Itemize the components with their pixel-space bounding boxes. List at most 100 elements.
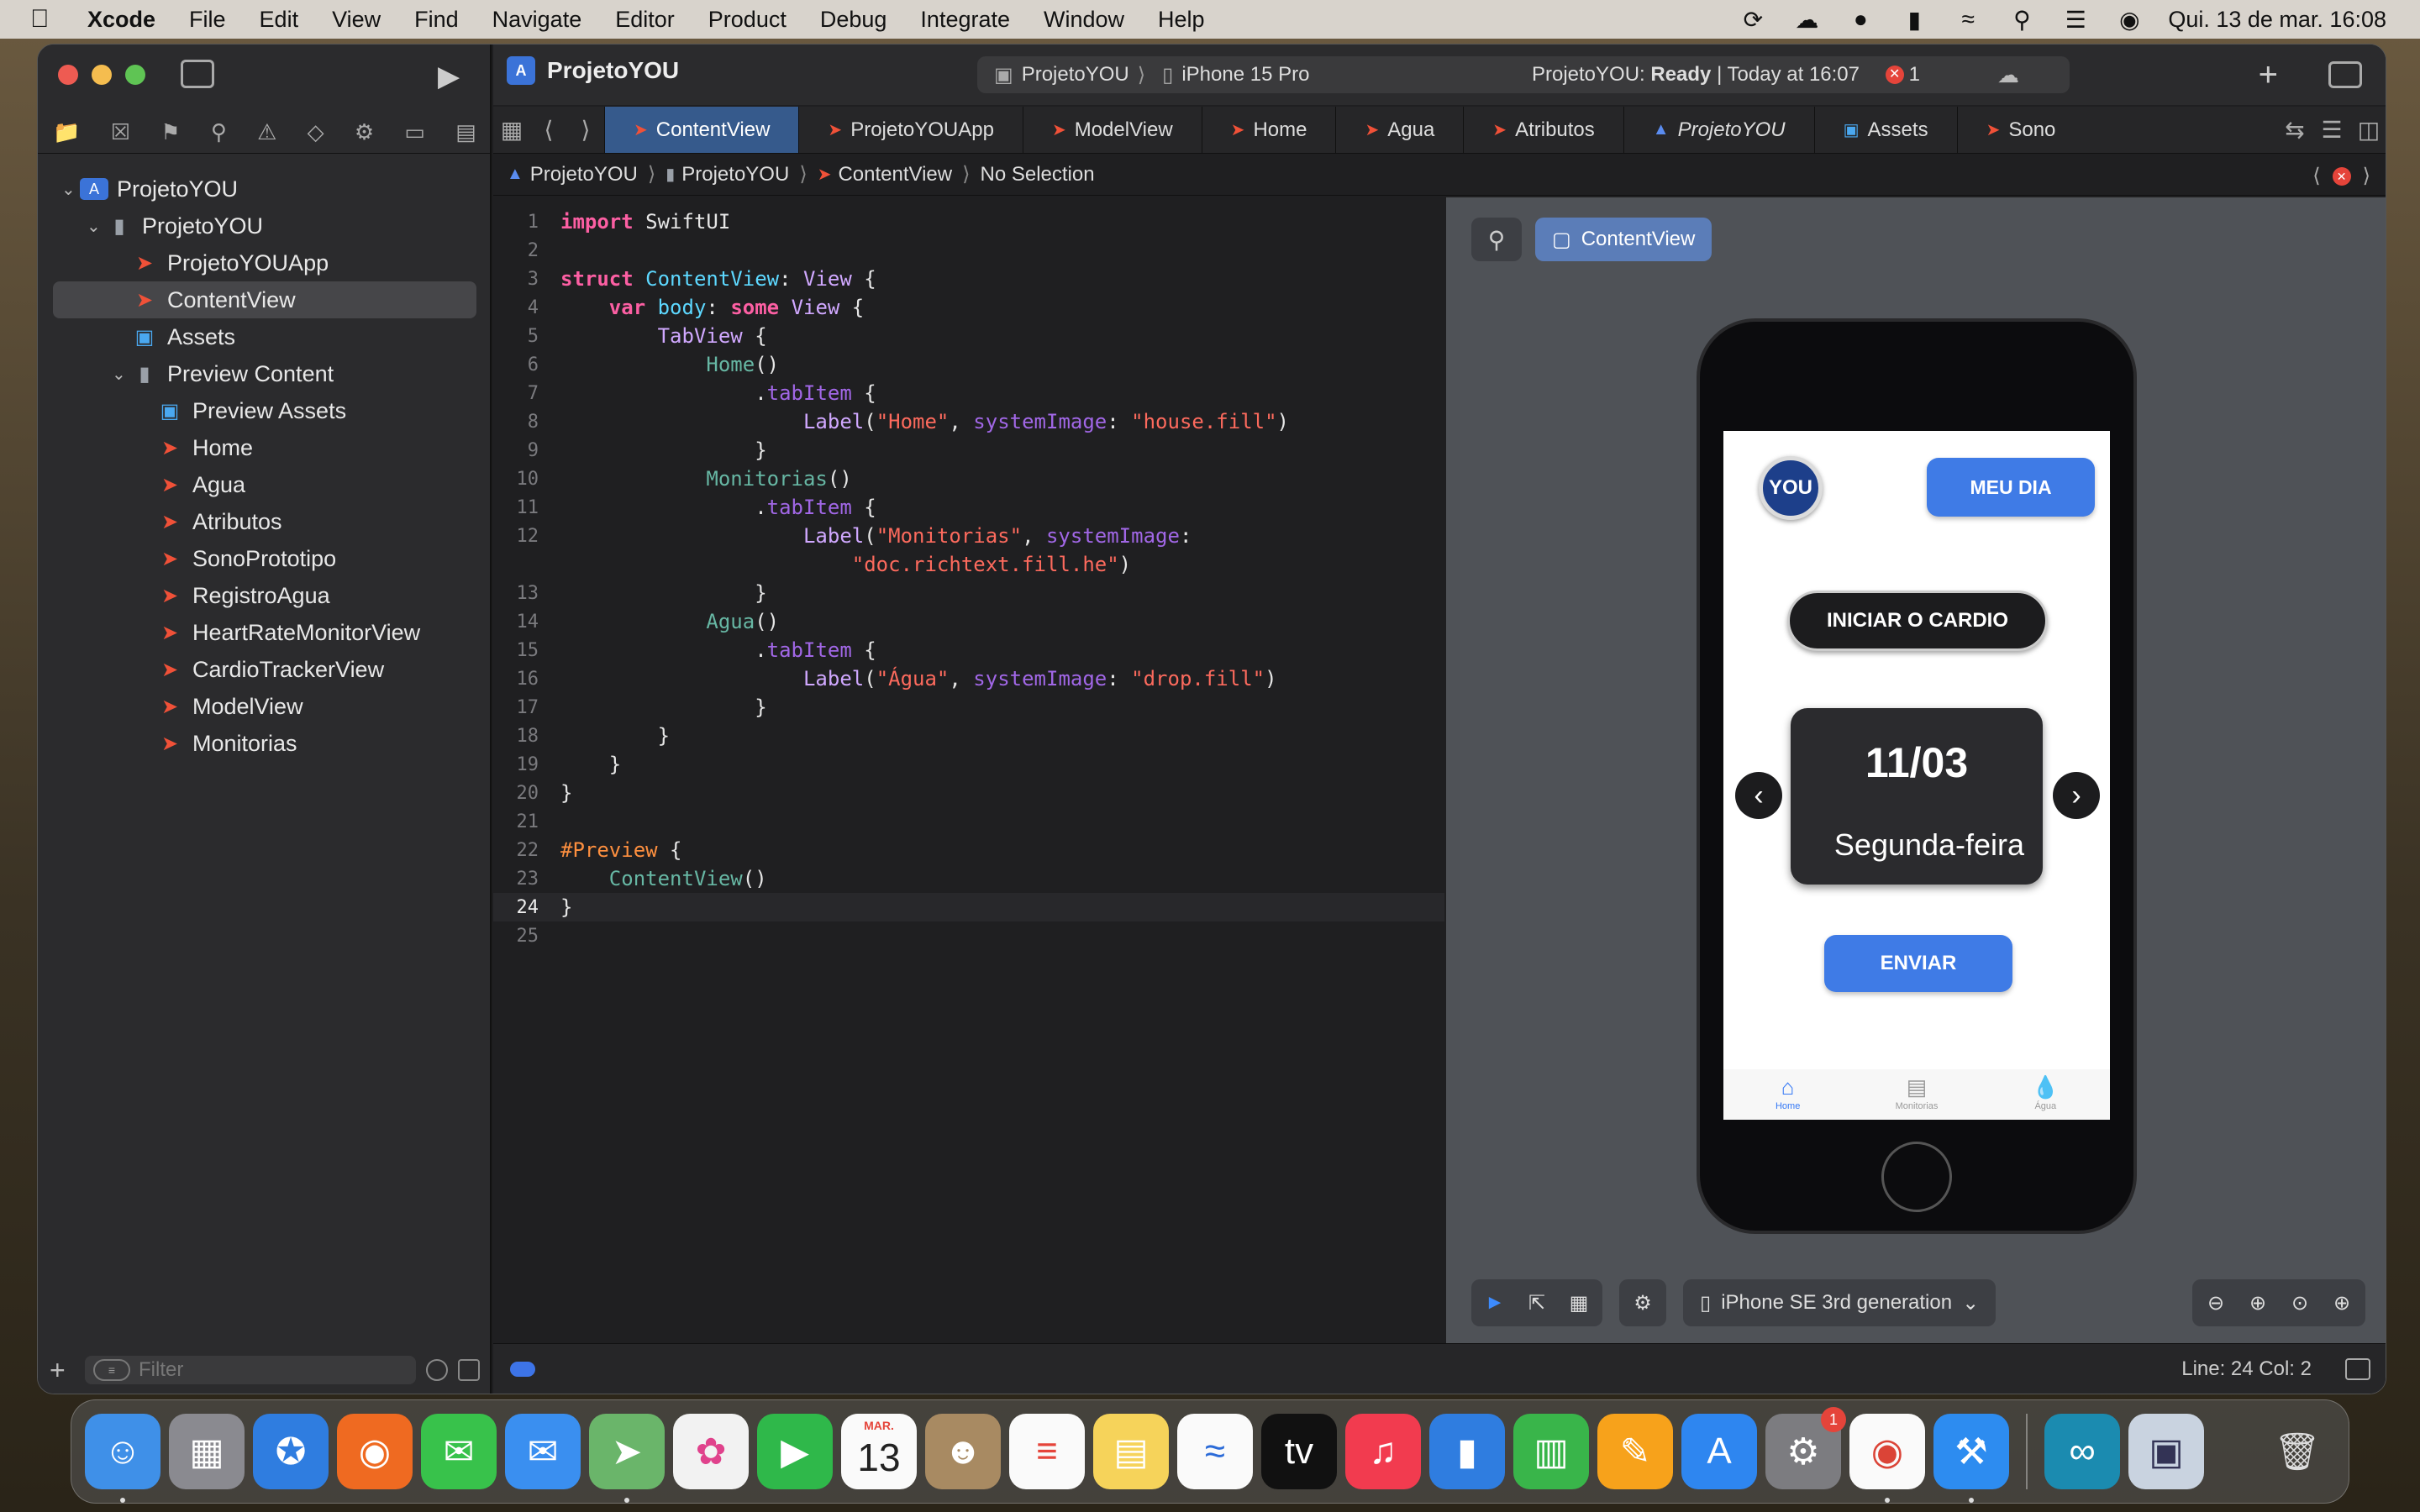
grid-layout-icon[interactable]: ▦: [493, 107, 530, 153]
menu-editor[interactable]: Editor: [615, 7, 675, 33]
file-tree-item[interactable]: ➤ Agua: [38, 466, 492, 503]
editor-tab[interactable]: ➤ Atributos: [1463, 107, 1623, 153]
next-day-button[interactable]: ›: [2053, 772, 2100, 819]
swap-icon[interactable]: ⇆: [2276, 107, 2313, 153]
next-issue-icon[interactable]: ⟩: [2363, 164, 2370, 188]
file-tree-item[interactable]: ➤ Monitorias: [38, 725, 492, 762]
code-line[interactable]: 18 }: [493, 722, 1444, 750]
arduino-icon[interactable]: ∞: [2044, 1414, 2120, 1489]
code-line[interactable]: 14 Agua(): [493, 607, 1444, 636]
app-tab-home[interactable]: ⌂ Home: [1738, 1069, 1839, 1120]
source-control-navigator-icon[interactable]: ☒: [111, 119, 130, 145]
code-line[interactable]: 15 .tabItem {: [493, 636, 1444, 664]
wifi-icon[interactable]: ≈: [1953, 6, 1983, 32]
menu-integrate[interactable]: Integrate: [920, 7, 1010, 33]
safari-icon[interactable]: ✪: [253, 1414, 329, 1489]
code-line[interactable]: 3 struct ContentView: View {: [493, 265, 1444, 293]
firefox-icon[interactable]: ◉: [337, 1414, 413, 1489]
code-line[interactable]: 6 Home(): [493, 350, 1444, 379]
preview-app-icon[interactable]: ▣: [2128, 1414, 2204, 1489]
xcode-icon[interactable]: ⚒: [1933, 1414, 2009, 1503]
menu-help[interactable]: Help: [1158, 7, 1205, 33]
issue-navigator-icon[interactable]: ⚠: [257, 119, 276, 145]
breadcrumb-item[interactable]: ➤ ContentView: [818, 163, 952, 186]
menu-window[interactable]: Window: [1044, 7, 1124, 33]
code-line[interactable]: "doc.richtext.fill.he"): [493, 550, 1444, 579]
editor-tab[interactable]: ▣ Assets: [1813, 107, 1957, 153]
breakpoint-navigator-icon[interactable]: ▭: [404, 119, 425, 145]
code-line[interactable]: 11 .tabItem {: [493, 493, 1444, 522]
file-tree-item[interactable]: ➤ RegistroAgua: [38, 577, 492, 614]
code-line[interactable]: 5 TabView {: [493, 322, 1444, 350]
device-settings-icon[interactable]: ⚙: [1629, 1291, 1656, 1315]
music-icon[interactable]: ♫: [1345, 1414, 1421, 1489]
error-count-badge[interactable]: ✕ 1: [1885, 63, 1920, 87]
run-destination-selector[interactable]: ▯ iPhone 15 Pro: [1162, 63, 1309, 87]
code-line[interactable]: 17 }: [493, 693, 1444, 722]
file-tree-item[interactable]: ➤ ProjetoYOUApp: [38, 244, 492, 281]
reminders-icon[interactable]: ≡: [1009, 1414, 1085, 1489]
trash-icon[interactable]: 🗑: [2260, 1414, 2335, 1489]
menubar-clock[interactable]: Qui. 13 de mar. 16:08: [2168, 7, 2386, 33]
code-line[interactable]: 8 Label("Home", systemImage: "house.fill…: [493, 407, 1444, 436]
pin-preview-button[interactable]: ⚲: [1471, 218, 1522, 261]
facetime-icon[interactable]: ▶: [757, 1414, 833, 1489]
code-line[interactable]: 13 }: [493, 579, 1444, 607]
activity-view[interactable]: ▣ ProjetoYOU ⟩ ▯ iPhone 15 Pro ProjetoYO…: [977, 56, 2070, 93]
breadcrumb-item[interactable]: ▮ ProjetoYOU: [666, 163, 789, 186]
zoom-in-icon[interactable]: ⊕: [2244, 1291, 2271, 1315]
zoom-to-fit-icon[interactable]: ⊕: [2328, 1291, 2355, 1315]
chrome-icon[interactable]: ◉: [1849, 1414, 1925, 1503]
mail-icon[interactable]: ✉: [505, 1414, 581, 1489]
editor-tab[interactable]: ➤ ProjetoYOUApp: [798, 107, 1023, 153]
launchpad-icon[interactable]: ▦: [169, 1414, 245, 1489]
cloud-status-icon[interactable]: ☁: [1997, 62, 2019, 88]
filter-options-icon[interactable]: ≡: [93, 1359, 130, 1381]
preview-device-select[interactable]: ▯ iPhone SE 3rd generation ⌄: [1683, 1279, 1996, 1326]
previous-day-button[interactable]: ‹: [1735, 772, 1782, 819]
messages-icon[interactable]: ✉: [421, 1414, 497, 1489]
forward-arrow-icon[interactable]: ⟩: [567, 107, 604, 153]
control-center-icon[interactable]: ☰: [2060, 7, 2091, 33]
code-line[interactable]: 7 .tabItem {: [493, 379, 1444, 407]
code-line[interactable]: 25: [493, 921, 1444, 950]
code-line[interactable]: 16 Label("Água", systemImage: "drop.fill…: [493, 664, 1444, 693]
apple-tv-icon[interactable]: tv: [1261, 1414, 1337, 1489]
code-line[interactable]: 19 }: [493, 750, 1444, 779]
code-line[interactable]: 21: [493, 807, 1444, 836]
filter-input[interactable]: ≡ Filter: [85, 1356, 416, 1384]
send-button[interactable]: ENVIAR: [1824, 935, 2012, 992]
issue-error-icon[interactable]: ✕: [2332, 166, 2351, 186]
file-tree-item[interactable]: ▣ Preview Assets: [38, 392, 492, 429]
code-line[interactable]: 24}: [493, 893, 1444, 921]
file-tree-item[interactable]: ➤ CardioTrackerView: [38, 651, 492, 688]
scheme-selector[interactable]: ▣ ProjetoYOU ⟩: [994, 63, 1145, 87]
sync-status-icon[interactable]: ⟳: [1738, 7, 1768, 33]
variants-icon[interactable]: ▦: [1565, 1291, 1592, 1315]
folder-navigator-icon[interactable]: 📁: [53, 119, 80, 145]
previous-issue-icon[interactable]: ⟨: [2312, 164, 2320, 188]
live-mode-icon[interactable]: ►: [1481, 1291, 1508, 1315]
back-arrow-icon[interactable]: ⟨: [530, 107, 567, 153]
code-line[interactable]: 12 Label("Monitorias", systemImage:: [493, 522, 1444, 550]
code-line[interactable]: 4 var body: some View {: [493, 293, 1444, 322]
contacts-icon[interactable]: ☻: [925, 1414, 1001, 1489]
library-add-button[interactable]: +: [2259, 56, 2278, 94]
run-button[interactable]: ▶: [438, 60, 460, 93]
code-editor[interactable]: 1 import SwiftUI 2 3 struct ContentView: Vie…: [493, 197, 1444, 1343]
file-tree-item[interactable]: ➤ Atributos: [38, 503, 492, 540]
menu-product[interactable]: Product: [708, 7, 786, 33]
report-navigator-icon[interactable]: ▤: [455, 119, 476, 145]
maps-icon[interactable]: ➤: [589, 1414, 665, 1503]
file-tree-item[interactable]: ➤ Home: [38, 429, 492, 466]
test-navigator-icon[interactable]: ◇: [308, 119, 324, 145]
editor-tab[interactable]: ➤ ContentView: [604, 107, 799, 153]
menu-navigate[interactable]: Navigate: [492, 7, 582, 33]
numbers-icon[interactable]: ▥: [1513, 1414, 1589, 1489]
zoom-window-button[interactable]: [125, 65, 145, 85]
keynote-icon[interactable]: ▮: [1429, 1414, 1505, 1489]
file-tree-item[interactable]: ⌄ A ProjetoYOU: [38, 171, 492, 207]
debug-console-icon[interactable]: [2345, 1357, 2370, 1380]
debug-area-toggle-icon[interactable]: [510, 1361, 535, 1377]
code-line[interactable]: 20}: [493, 779, 1444, 807]
